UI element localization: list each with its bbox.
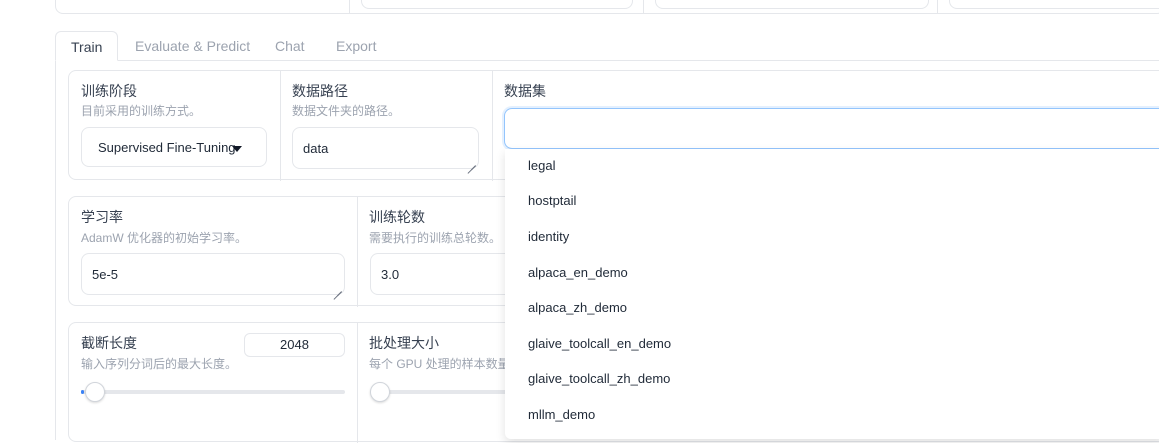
num-epochs-info: 需要执行的训练总轮数。 — [369, 231, 502, 245]
cutoff-len-slider[interactable] — [81, 390, 345, 394]
tab-export[interactable]: Export — [336, 31, 376, 61]
stage-value: Supervised Fine-Tuning — [98, 139, 236, 155]
dataset-option[interactable]: hostptail — [528, 191, 576, 211]
divider — [357, 323, 358, 443]
dataset-option[interactable]: mllm_demo — [528, 405, 595, 425]
tab-evaluate-predict[interactable]: Evaluate & Predict — [135, 31, 250, 61]
resize-handle-icon[interactable] — [334, 284, 342, 292]
batch-size-info: 每个 GPU 处理的样本数量 — [369, 357, 510, 371]
dataset-label: 数据集 — [504, 83, 546, 99]
batch-size-slider-thumb[interactable] — [370, 382, 390, 402]
dataset-dir-label: 数据路径 — [292, 83, 348, 99]
cutoff-len-label: 截断长度 — [81, 335, 137, 351]
divider — [492, 71, 493, 181]
dataset-option[interactable]: glaive_toolcall_zh_demo — [528, 369, 670, 389]
learning-rate-input[interactable]: 5e-5 — [81, 253, 345, 295]
dataset-dir-input[interactable]: data — [292, 127, 479, 169]
dataset-option[interactable]: glaive_toolcall_en_demo — [528, 334, 671, 354]
resize-handle-icon[interactable] — [468, 158, 476, 166]
divider — [937, 0, 938, 13]
dataset-dir-info: 数据文件夹的路径。 — [292, 104, 401, 118]
cutoff-len-number-input[interactable]: 2048 — [244, 333, 345, 357]
dataset-option[interactable]: legal — [528, 156, 555, 176]
stage-label: 训练阶段 — [81, 83, 137, 99]
tab-train[interactable]: Train — [55, 31, 118, 61]
learning-rate-value: 5e-5 — [92, 266, 119, 282]
learning-rate-label: 学习率 — [81, 209, 123, 225]
dataset-input[interactable] — [504, 108, 1159, 149]
tab-chat[interactable]: Chat — [275, 31, 305, 61]
num-epochs-label: 训练轮数 — [369, 209, 425, 225]
batch-size-label: 批处理大小 — [369, 335, 439, 351]
chevron-down-icon — [232, 146, 242, 152]
previous-row-input[interactable] — [949, 0, 1159, 9]
dataset-dropdown-list: legal hostptail identity alpaca_en_demo … — [505, 149, 1159, 439]
divider — [349, 0, 350, 13]
divider — [643, 0, 644, 13]
stage-select[interactable]: Supervised Fine-Tuning — [81, 127, 267, 167]
dataset-option[interactable]: alpaca_en_demo — [528, 263, 628, 283]
divider — [280, 71, 281, 181]
previous-row-input[interactable] — [655, 0, 929, 9]
dataset-option[interactable]: identity — [528, 227, 569, 247]
num-epochs-value: 3.0 — [381, 266, 400, 282]
dataset-option[interactable]: alpaca_zh_demo — [528, 298, 627, 318]
divider — [357, 197, 358, 307]
previous-row-group — [55, 0, 1159, 14]
learning-rate-info: AdamW 优化器的初始学习率。 — [81, 231, 248, 245]
dataset-dir-value: data — [303, 140, 329, 156]
previous-row-input[interactable] — [361, 0, 633, 9]
stage-info: 目前采用的训练方式。 — [81, 104, 202, 118]
cutoff-len-info: 输入序列分词后的最大长度。 — [81, 357, 238, 371]
cutoff-len-slider-fill — [81, 390, 84, 394]
